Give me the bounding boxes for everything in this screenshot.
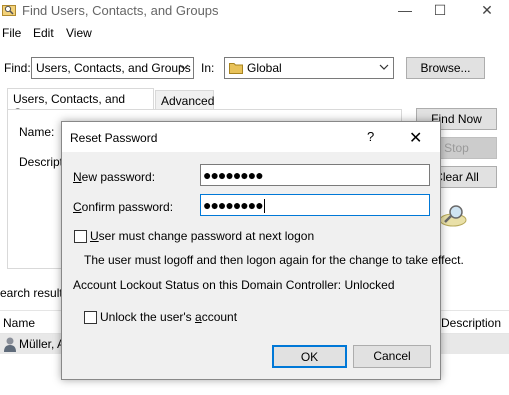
tab-label: Advanced <box>161 94 215 108</box>
ok-label: OK <box>300 350 319 364</box>
confirm-password-field[interactable]: ●●●●●●●● <box>200 194 430 216</box>
new-password-field[interactable]: ●●●●●●●● <box>200 164 430 186</box>
column-header-description[interactable]: Description <box>441 316 501 330</box>
lockout-status: Account Lockout Status on this Domain Co… <box>73 278 395 292</box>
find-type-select[interactable]: Users, Contacts, and Groups <box>31 57 194 79</box>
menu-view[interactable]: View <box>66 26 92 40</box>
chevron-down-icon <box>379 64 389 70</box>
dialog-titlebar: Reset Password ? ✕ <box>62 122 440 152</box>
confirm-password-label: Confirm password: <box>73 200 174 214</box>
help-icon[interactable]: ? <box>367 129 374 144</box>
folder-icon <box>229 63 243 74</box>
unlock-account-label[interactable]: Unlock the user's account <box>100 310 237 324</box>
close-icon[interactable]: ✕ <box>472 1 502 21</box>
search-results-label: earch results <box>0 286 69 300</box>
window-title: Find Users, Contacts, and Groups <box>22 3 219 18</box>
find-label: Find: <box>4 61 31 75</box>
new-password-label: New password: <box>73 170 156 184</box>
reset-password-dialog: Reset Password ? ✕ New password: ●●●●●●●… <box>61 121 464 380</box>
unlock-account-checkbox[interactable] <box>84 311 97 324</box>
cancel-label: Cancel <box>373 349 411 363</box>
maximize-icon[interactable]: ☐ <box>425 1 455 21</box>
tab-advanced[interactable]: Advanced <box>155 90 214 110</box>
chevron-down-icon <box>179 64 189 70</box>
in-label: In: <box>201 61 215 75</box>
in-location-select[interactable]: Global <box>224 57 394 79</box>
minimize-icon[interactable]: — <box>390 1 420 21</box>
ok-button[interactable]: OK <box>272 345 347 368</box>
stop-label: Stop <box>444 141 469 155</box>
find-type-value: Users, Contacts, and Groups <box>36 61 191 75</box>
text-caret <box>263 199 265 214</box>
description-label: Descripti <box>19 155 66 169</box>
find-users-app-icon <box>2 5 16 16</box>
tab-users-contacts-groups[interactable]: Users, Contacts, and Groups <box>7 88 154 120</box>
user-icon <box>4 337 16 352</box>
menu-edit[interactable]: Edit <box>33 26 54 40</box>
browse-button[interactable]: Browse... <box>406 57 485 79</box>
search-magnifier-icon <box>440 205 467 227</box>
name-label: Name: <box>19 125 55 139</box>
dialog-title: Reset Password <box>70 131 158 145</box>
row-name: Müller, A <box>19 337 66 351</box>
new-password-value: ●●●●●●●● <box>203 167 264 183</box>
logoff-note: The user must logoff and then logon agai… <box>84 253 464 267</box>
window-titlebar: Find Users, Contacts, and Groups — ☐ ✕ <box>0 0 509 22</box>
confirm-password-value: ●●●●●●●● <box>203 197 265 214</box>
in-location-value: Global <box>247 61 282 75</box>
menu-bar: File Edit View <box>0 26 509 44</box>
dialog-close-icon[interactable]: ✕ <box>409 128 422 148</box>
must-change-password-label[interactable]: User must change password at next logon <box>90 229 314 243</box>
cancel-button[interactable]: Cancel <box>353 345 431 368</box>
menu-file[interactable]: File <box>2 26 21 40</box>
column-header-name[interactable]: Name <box>3 316 35 330</box>
browse-label: Browse... <box>420 61 471 75</box>
must-change-password-checkbox[interactable] <box>74 230 87 243</box>
